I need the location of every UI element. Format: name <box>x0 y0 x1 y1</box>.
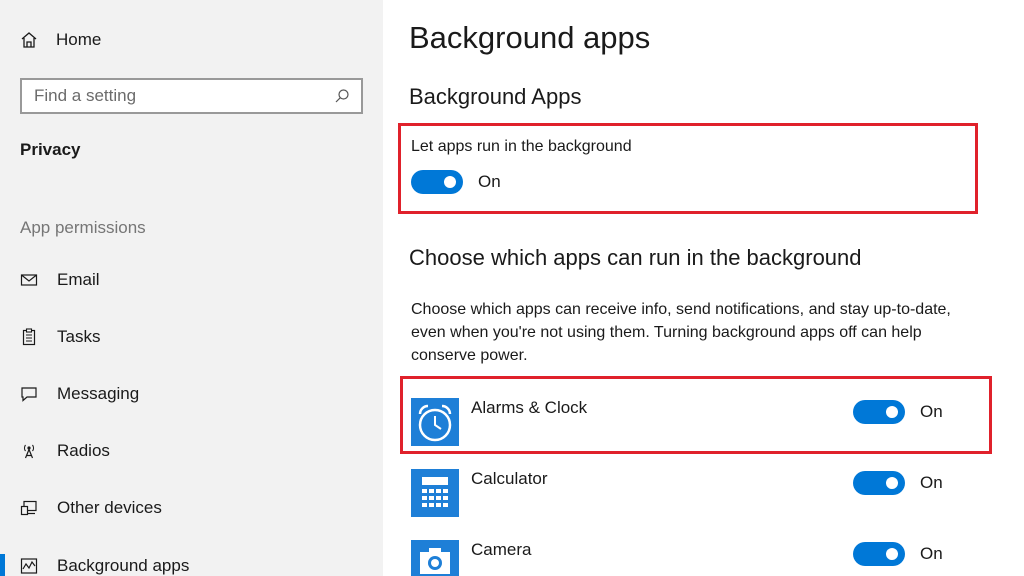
app-name: Calculator <box>471 469 548 488</box>
clipboard-icon <box>20 328 38 346</box>
toggle-knob <box>886 477 898 489</box>
sidebar-item-label: Tasks <box>57 327 101 346</box>
sidebar: Home Privacy App permissions Email Tasks… <box>0 0 383 576</box>
toggle-knob <box>886 406 898 418</box>
main-panel: Background apps Background Apps Let apps… <box>383 0 1024 576</box>
home-link[interactable]: Home <box>20 28 101 52</box>
search-icon[interactable] <box>333 87 351 105</box>
description-text: Choose which apps can receive info, send… <box>411 301 951 364</box>
app-toggle-row: On <box>853 542 943 566</box>
search-box[interactable] <box>20 78 363 114</box>
app-toggle[interactable] <box>853 542 905 566</box>
activity-icon <box>20 557 38 575</box>
alarm-clock-icon <box>411 398 459 446</box>
calculator-icon <box>411 469 459 517</box>
app-toggle-row: On <box>853 400 943 424</box>
app-name: Camera <box>471 540 532 559</box>
sidebar-item-email[interactable]: Email <box>0 260 383 300</box>
section-title: Privacy <box>20 140 81 159</box>
app-toggle[interactable] <box>853 400 905 424</box>
antenna-icon <box>20 442 38 460</box>
home-icon <box>20 31 38 49</box>
sidebar-item-messaging[interactable]: Messaging <box>0 374 383 414</box>
app-toggle-row: On <box>853 471 943 495</box>
group-label: App permissions <box>20 218 146 237</box>
app-row-calculator: Calculator On <box>411 469 971 519</box>
sidebar-item-label: Email <box>57 270 100 289</box>
sidebar-item-label: Background apps <box>57 556 190 575</box>
master-toggle[interactable] <box>411 170 463 194</box>
home-label: Home <box>56 30 102 49</box>
app-name: Alarms & Clock <box>471 398 588 417</box>
sidebar-item-label: Other devices <box>57 498 162 517</box>
app-row-alarms-clock: Alarms & Clock On <box>411 398 971 448</box>
toggle-knob <box>886 548 898 560</box>
app-toggle[interactable] <box>853 471 905 495</box>
toggle-knob <box>444 176 456 188</box>
master-toggle-row: On <box>411 170 501 194</box>
app-row-camera: Camera On <box>411 540 971 576</box>
chat-icon <box>20 385 38 403</box>
sidebar-item-label: Radios <box>57 441 110 460</box>
mail-icon <box>20 271 38 289</box>
camera-icon <box>411 540 459 576</box>
highlight-box-master <box>398 123 978 214</box>
sidebar-item-radios[interactable]: Radios <box>0 431 383 471</box>
app-toggle-state: On <box>920 544 943 563</box>
search-input[interactable] <box>34 86 333 106</box>
sidebar-item-tasks[interactable]: Tasks <box>0 317 383 357</box>
sidebar-item-other-devices[interactable]: Other devices <box>0 488 383 528</box>
choose-apps-heading: Choose which apps can run in the backgro… <box>409 245 862 270</box>
sidebar-item-label: Messaging <box>57 384 140 403</box>
master-toggle-label: Let apps run in the background <box>411 138 632 155</box>
sidebar-item-background-apps[interactable]: Background apps <box>0 546 383 576</box>
page-title: Background apps <box>409 20 651 55</box>
app-toggle-state: On <box>920 473 943 492</box>
app-toggle-state: On <box>920 402 943 421</box>
devices-icon <box>20 499 38 517</box>
section-heading: Background Apps <box>409 84 582 109</box>
master-toggle-state: On <box>478 172 501 191</box>
